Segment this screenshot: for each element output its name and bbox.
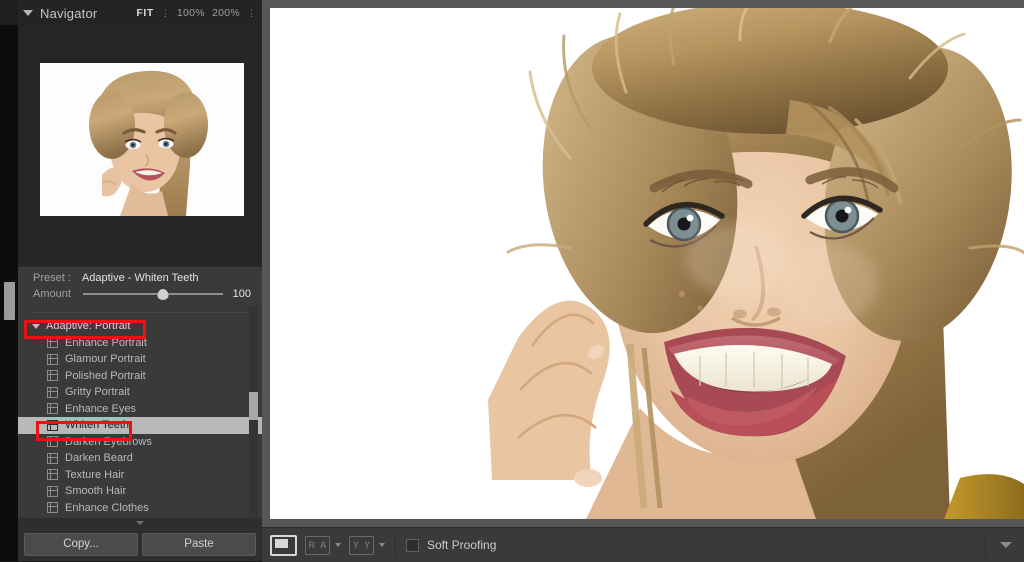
preset-item-label: Darken Eyebrows: [65, 436, 152, 448]
preset-item[interactable]: Whiten Teeth: [18, 417, 262, 434]
navigator-zoom-controls: FIT ⋮ 100% 200% ⋮: [136, 7, 256, 19]
amount-slider[interactable]: [83, 288, 223, 300]
list-separator: [32, 312, 248, 313]
amount-slider-track: [83, 293, 223, 295]
preset-item-label: Enhance Clothes: [65, 502, 149, 514]
left-panel-collapse-strip[interactable]: [0, 0, 18, 561]
navigator-thumbnail-image: [40, 63, 244, 216]
preset-list-scrollbar[interactable]: [249, 306, 258, 520]
triangle-down-icon: [32, 324, 40, 329]
paste-button[interactable]: Paste: [142, 533, 256, 556]
preset-list: Adaptive: Portrait Enhance Portrait Glamou…: [18, 306, 262, 520]
preset-item-label: Texture Hair: [65, 469, 124, 481]
preset-item[interactable]: Texture Hair: [18, 467, 262, 484]
chevron-down-icon[interactable]: [1000, 542, 1012, 548]
zoom-200-button[interactable]: 200%: [212, 7, 240, 19]
preset-thumbnail-icon: [47, 469, 58, 480]
zoom-fit-dots-icon[interactable]: ⋮: [161, 9, 170, 17]
preset-item-label: Gritty Portrait: [65, 386, 130, 398]
compare-right-label: A: [320, 541, 327, 550]
main-photo[interactable]: [270, 8, 1024, 519]
preset-item[interactable]: Enhance Eyes: [18, 401, 262, 418]
preset-item-label: Darken Beard: [65, 452, 133, 464]
preset-thumbnail-icon: [47, 436, 58, 447]
toolbar-divider-right: [985, 534, 986, 556]
preset-item[interactable]: Glamour Portrait: [18, 351, 262, 368]
navigator-header[interactable]: Navigator FIT ⋮ 100% 200% ⋮: [18, 0, 262, 26]
preset-list-scrollbar-thumb[interactable]: [249, 392, 258, 420]
survey-view-caret-icon[interactable]: [379, 543, 385, 547]
preset-group-header[interactable]: Adaptive: Portrait: [18, 318, 262, 335]
soft-proofing-label: Soft Proofing: [427, 538, 496, 552]
survey-right-label: Y: [364, 541, 370, 550]
amount-row: Amount 100: [33, 288, 251, 300]
preset-info-block: Preset : Adaptive - Whiten Teeth Amount …: [18, 266, 262, 307]
preset-item[interactable]: Gritty Portrait: [18, 384, 262, 401]
preset-label: Preset :: [33, 272, 71, 284]
loupe-view-icon: [270, 535, 297, 556]
navigator-thumbnail[interactable]: [40, 63, 244, 216]
compare-view-icon: R A: [305, 536, 330, 555]
strip-top-segment: [0, 0, 18, 25]
toolbar-divider: [395, 534, 396, 556]
preset-name-row: Preset : Adaptive - Whiten Teeth: [33, 272, 199, 284]
preset-item[interactable]: Enhance Portrait: [18, 335, 262, 352]
preset-list-expand-toggle[interactable]: [18, 518, 262, 527]
preset-thumbnail-icon: [47, 502, 58, 513]
preset-thumbnail-icon: [47, 486, 58, 497]
preset-item-label: Polished Portrait: [65, 370, 146, 382]
copy-button[interactable]: Copy...: [24, 533, 138, 556]
chevron-down-icon: [136, 521, 144, 525]
toolbar-right-group: [975, 534, 1024, 556]
preset-thumbnail-icon: [47, 354, 58, 365]
compare-left-label: R: [309, 541, 316, 550]
image-view-area: [262, 0, 1024, 527]
zoom-200-dots-icon[interactable]: ⋮: [247, 9, 256, 17]
copy-paste-bar: Copy... Paste: [18, 527, 262, 561]
preset-group-label: Adaptive: Portrait: [46, 320, 130, 332]
preset-item-label: Smooth Hair: [65, 485, 126, 497]
navigator-preview-area: [18, 26, 262, 266]
triangle-down-icon[interactable]: [23, 10, 33, 16]
preset-item-label: Enhance Portrait: [65, 337, 147, 349]
survey-view-icon: Y Y: [349, 536, 374, 555]
preset-thumbnail-icon: [47, 403, 58, 414]
amount-value: 100: [233, 288, 251, 300]
preset-item[interactable]: Polished Portrait: [18, 368, 262, 385]
amount-label: Amount: [33, 288, 71, 300]
soft-proofing-checkbox[interactable]: [406, 539, 419, 552]
lightroom-develop-window: Navigator FIT ⋮ 100% 200% ⋮: [0, 0, 1024, 561]
zoom-100-button[interactable]: 100%: [177, 7, 205, 19]
preset-thumbnail-icon: [47, 370, 58, 381]
preset-item-label: Glamour Portrait: [65, 353, 146, 365]
preset-value: Adaptive - Whiten Teeth: [82, 272, 199, 284]
compare-view-caret-icon[interactable]: [335, 543, 341, 547]
preset-thumbnail-icon: [47, 387, 58, 398]
preset-thumbnail-icon: [47, 453, 58, 464]
panel-scrollbar-handle[interactable]: [4, 282, 15, 320]
left-panel: Navigator FIT ⋮ 100% 200% ⋮: [18, 0, 262, 561]
zoom-fit-button[interactable]: FIT: [136, 7, 154, 19]
bottom-toolbar: R A Y Y Soft Proofing: [262, 527, 1024, 562]
survey-view-button[interactable]: Y Y: [349, 536, 374, 555]
preset-item[interactable]: Darken Eyebrows: [18, 434, 262, 451]
preset-thumbnail-icon: [47, 337, 58, 348]
compare-view-button[interactable]: R A: [305, 536, 330, 555]
amount-slider-knob[interactable]: [157, 289, 168, 300]
loupe-view-button[interactable]: [270, 535, 297, 556]
survey-left-label: Y: [353, 541, 359, 550]
preset-item-label: Whiten Teeth: [65, 419, 129, 431]
preset-item[interactable]: Smooth Hair: [18, 483, 262, 500]
navigator-title: Navigator: [40, 6, 97, 21]
preset-thumbnail-icon: [47, 420, 58, 431]
preset-item[interactable]: Enhance Clothes: [18, 500, 262, 517]
preset-item[interactable]: Darken Beard: [18, 450, 262, 467]
main-photo-image: [270, 8, 1024, 519]
preset-item-label: Enhance Eyes: [65, 403, 136, 415]
